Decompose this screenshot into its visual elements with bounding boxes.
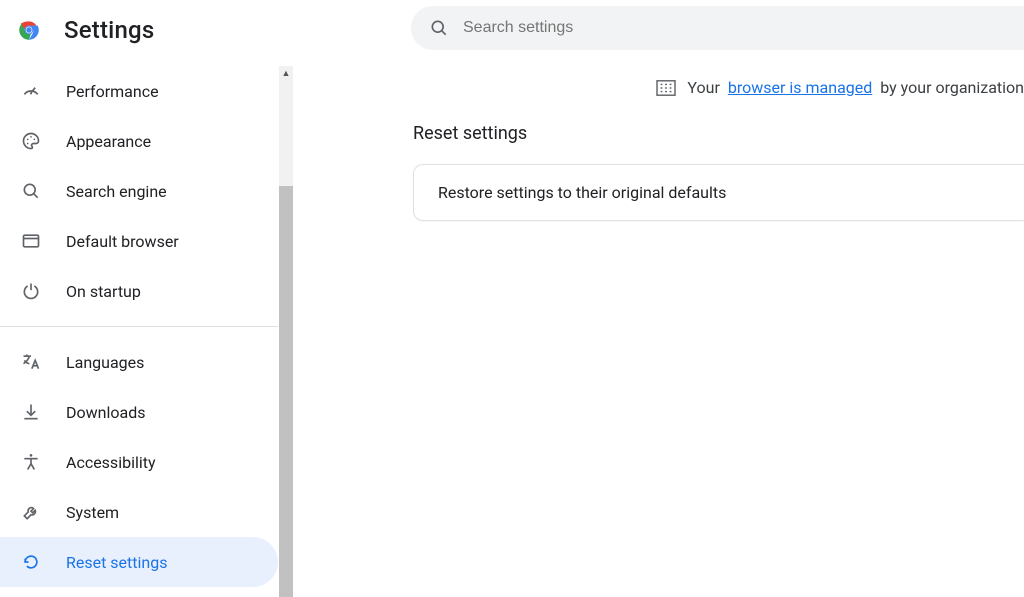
- sidebar: Settings Performance: [0, 0, 293, 597]
- nav-item-default-browser[interactable]: Default browser: [0, 216, 278, 266]
- nav-item-appearance[interactable]: Appearance: [0, 116, 278, 166]
- search-icon: [429, 18, 449, 38]
- nav-label: Performance: [66, 82, 159, 101]
- nav-label: Appearance: [66, 132, 151, 151]
- nav-item-system[interactable]: System: [0, 487, 278, 537]
- managed-banner: Your browser is managed by your organiza…: [293, 50, 1024, 123]
- restore-defaults-row[interactable]: Restore settings to their original defau…: [414, 165, 1024, 220]
- nav-item-downloads[interactable]: Downloads: [0, 387, 278, 437]
- wrench-icon: [20, 501, 42, 523]
- nav-item-performance[interactable]: Performance: [0, 66, 278, 116]
- section-title: Reset settings: [413, 123, 1024, 144]
- scroll-up-icon[interactable]: ▲: [279, 66, 293, 80]
- nav-item-on-startup[interactable]: On startup: [0, 266, 278, 316]
- scrollbar-thumb[interactable]: [279, 186, 293, 597]
- reset-card: Restore settings to their original defau…: [413, 164, 1024, 221]
- speedometer-icon: [20, 80, 42, 102]
- search-icon: [20, 180, 42, 202]
- nav-item-languages[interactable]: Languages: [0, 337, 278, 387]
- restore-defaults-label: Restore settings to their original defau…: [438, 183, 726, 202]
- nav-item-accessibility[interactable]: Accessibility: [0, 437, 278, 487]
- main-content: Your browser is managed by your organiza…: [293, 0, 1024, 597]
- organization-icon: [655, 79, 675, 97]
- window-icon: [20, 230, 42, 252]
- accessibility-icon: [20, 451, 42, 473]
- nav-divider: [0, 326, 278, 327]
- sidebar-scrollbar[interactable]: ▲: [279, 66, 293, 597]
- nav-list: Performance Appearance: [0, 66, 278, 595]
- managed-link[interactable]: browser is managed: [728, 78, 872, 97]
- reset-icon: [20, 551, 42, 573]
- download-icon: [20, 401, 42, 423]
- power-icon: [20, 280, 42, 302]
- nav-label: System: [66, 503, 119, 522]
- nav-label: Search engine: [66, 182, 167, 201]
- nav-label: Accessibility: [66, 453, 156, 472]
- nav-label: Default browser: [66, 232, 179, 251]
- nav-label: Reset settings: [66, 553, 167, 572]
- nav-label: On startup: [66, 282, 141, 301]
- translate-icon: [20, 351, 42, 373]
- app-title: Settings: [64, 16, 154, 44]
- palette-icon: [20, 130, 42, 152]
- nav-item-search-engine[interactable]: Search engine: [0, 166, 278, 216]
- nav-label: Downloads: [66, 403, 145, 422]
- search-input[interactable]: [463, 19, 1006, 37]
- search-bar[interactable]: [411, 6, 1024, 50]
- chrome-logo-icon: [16, 17, 42, 43]
- nav-label: Languages: [66, 353, 144, 372]
- managed-prefix: Your: [687, 78, 719, 97]
- managed-suffix: by your organization: [880, 78, 1024, 97]
- nav-item-reset-settings[interactable]: Reset settings: [0, 537, 278, 587]
- header: Settings: [0, 0, 293, 66]
